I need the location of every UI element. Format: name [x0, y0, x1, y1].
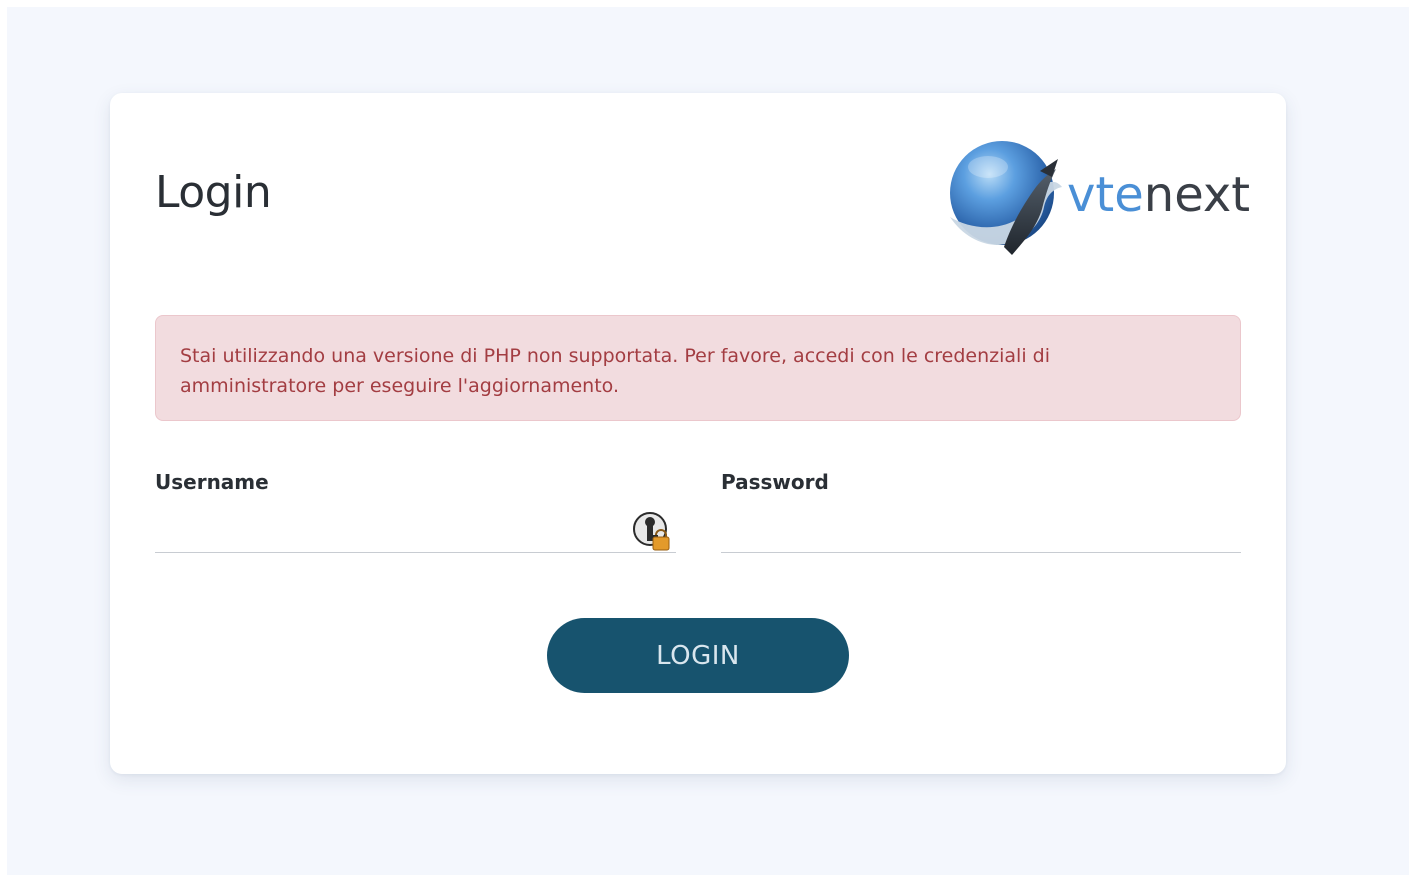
logo-text: vtenext — [1067, 167, 1250, 223]
logo-text-next: next — [1143, 167, 1251, 223]
key-lock-icon[interactable] — [632, 511, 670, 551]
alert-line-1: Stai utilizzando una versione di PHP non… — [180, 345, 1050, 367]
login-card: Login vtenext Stai utilizzando una versi… — [110, 93, 1286, 774]
vtenext-logo: vtenext — [940, 137, 1250, 257]
login-button[interactable]: LOGIN — [547, 618, 849, 693]
whale-globe-logo-icon — [950, 141, 1062, 255]
username-label: Username — [155, 470, 269, 494]
username-input[interactable] — [155, 505, 676, 553]
php-version-alert: Stai utilizzando una versione di PHP non… — [155, 315, 1241, 421]
logo-text-vte: vte — [1067, 167, 1144, 223]
page-title: Login — [155, 167, 272, 218]
password-label: Password — [721, 470, 829, 494]
alert-line-2: amministratore per eseguire l'aggiorname… — [180, 375, 619, 397]
password-input[interactable] — [721, 505, 1241, 553]
